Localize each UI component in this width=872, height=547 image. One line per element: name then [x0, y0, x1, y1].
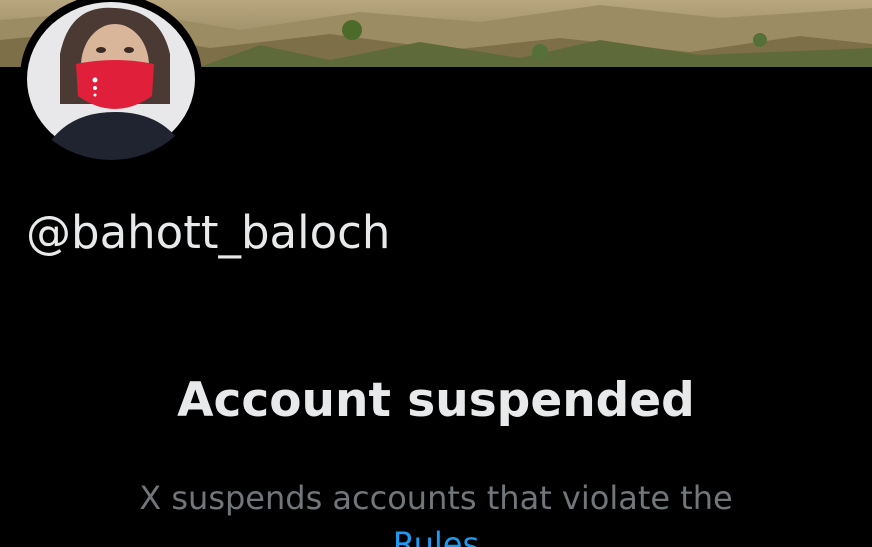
suspended-title: Account suspended [177, 373, 695, 428]
profile-avatar[interactable] [20, 0, 202, 160]
suspended-description: X suspends accounts that violate the [139, 479, 733, 517]
rules-link[interactable]: Rules [0, 522, 872, 547]
avatar-photo-image [20, 0, 202, 160]
profile-page: @bahott_baloch Account suspended X suspe… [0, 0, 872, 547]
profile-handle: @bahott_baloch [26, 206, 391, 259]
